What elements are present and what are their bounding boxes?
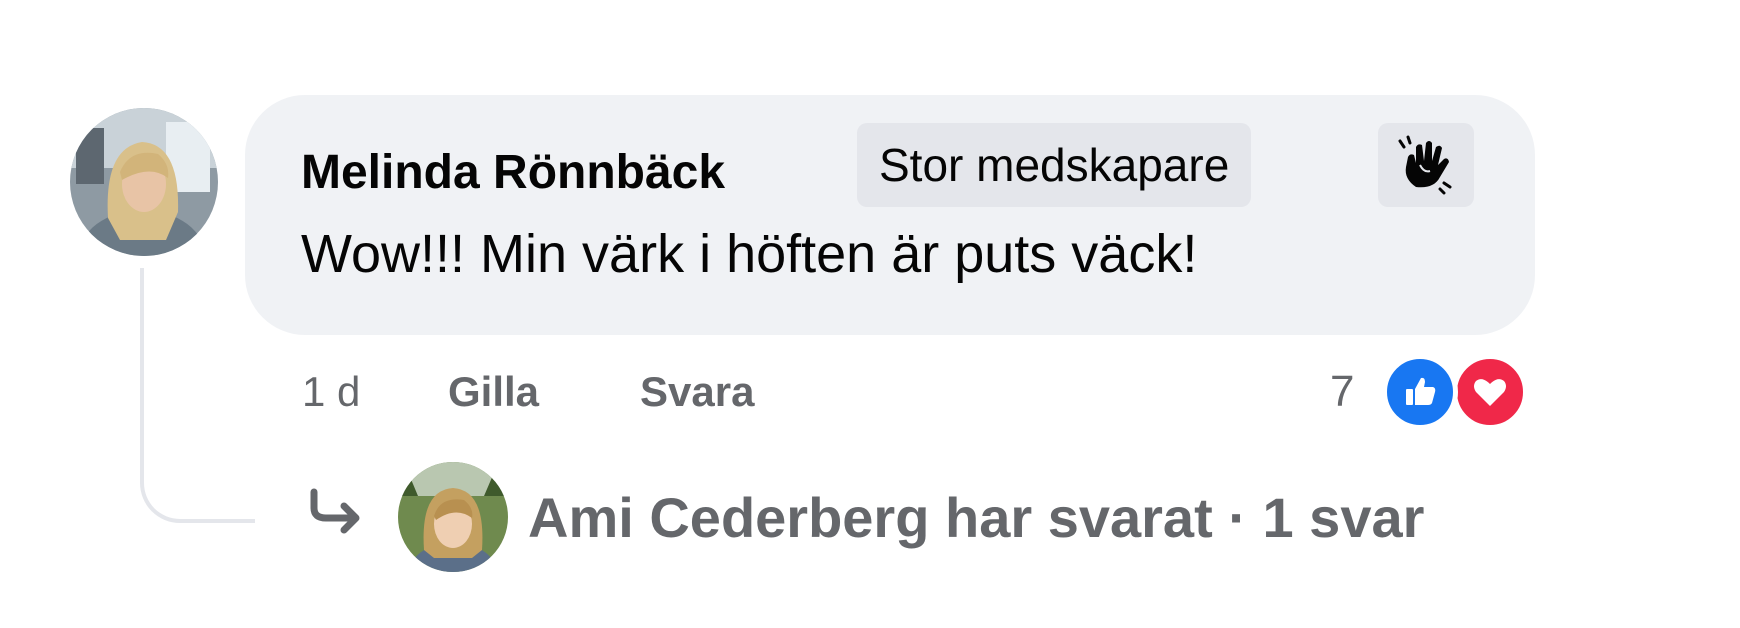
like-button[interactable]: Gilla — [448, 362, 539, 422]
reply-arrow-icon — [306, 488, 366, 538]
comment-text: Wow!!! Min värk i höften är puts väck! — [301, 224, 1198, 284]
view-replies-link[interactable]: Ami Cederberg har svarat · 1 svar — [528, 484, 1424, 552]
thread-line — [140, 268, 255, 523]
comment-bubble: Melinda Rönnbäck Stor medskapare Wow!!! … — [245, 95, 1535, 335]
love-icon[interactable] — [1452, 354, 1528, 430]
like-icon[interactable] — [1382, 354, 1458, 430]
reply-button[interactable]: Svara — [640, 362, 754, 422]
top-contributor-badge[interactable]: Stor medskapare — [857, 123, 1252, 207]
replier-avatar[interactable] — [398, 462, 508, 572]
author-avatar[interactable] — [70, 108, 218, 256]
reaction-count[interactable]: 7 — [1330, 362, 1354, 422]
waving-hand-icon[interactable] — [1378, 123, 1474, 207]
comment-author-name[interactable]: Melinda Rönnbäck — [301, 145, 725, 201]
comment-timestamp[interactable]: 1 d — [302, 362, 360, 422]
